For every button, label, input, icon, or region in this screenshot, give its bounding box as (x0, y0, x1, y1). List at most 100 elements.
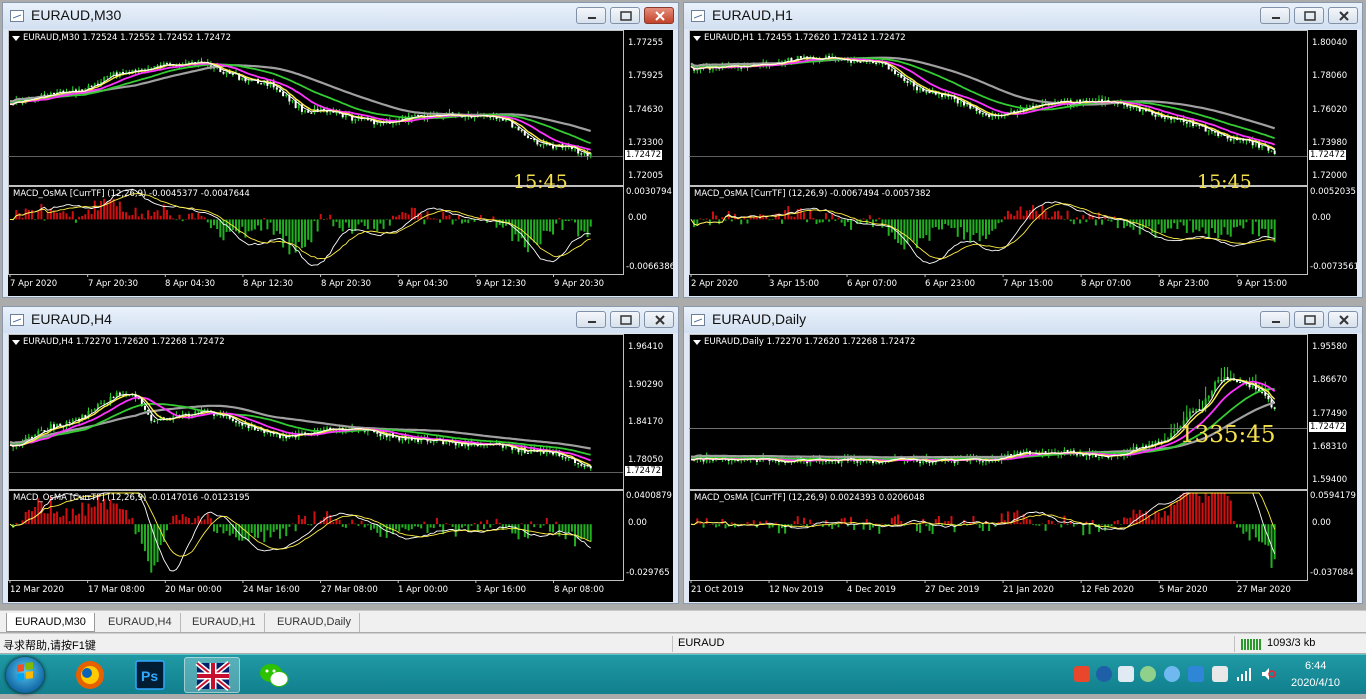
close-button[interactable] (1328, 311, 1358, 328)
chart-window-daily[interactable]: EURAUD,Daily EURAUD,Daily 1.72270 1.72620… (683, 306, 1363, 604)
window-title-bar[interactable]: EURAUD,H4 (3, 307, 678, 333)
tab-euraud-h4[interactable]: EURAUD,H4 (100, 613, 181, 632)
macd-histogram-bar (470, 524, 473, 526)
candle-body (238, 422, 241, 424)
macd-histogram-bar (338, 519, 341, 525)
candle-body (256, 429, 259, 431)
time-axis-label: 3 Apr 16:00 (476, 585, 527, 595)
window-title-bar[interactable]: EURAUD,Daily (684, 307, 1362, 333)
macd-histogram-bar (147, 210, 150, 220)
close-button[interactable] (1328, 7, 1358, 24)
price-axis-label: 1.80040 (1312, 38, 1348, 48)
macd-histogram-bar (900, 521, 903, 525)
tab-euraud-daily[interactable]: EURAUD,Daily (269, 613, 360, 632)
maximize-button[interactable] (1294, 7, 1324, 24)
macd-indicator-label: MACD_OsMA [CurrTF] (12,26,9) -0.0147016 … (13, 493, 250, 503)
volume-icon[interactable] (1260, 666, 1276, 682)
tab-euraud-h1[interactable]: EURAUD,H1 (184, 613, 265, 632)
close-button[interactable] (644, 7, 674, 24)
candle-body (580, 464, 583, 466)
firefox-icon[interactable] (62, 657, 118, 693)
tab-euraud-m30[interactable]: EURAUD,M30 (6, 613, 95, 632)
macd-histogram-bar (18, 212, 21, 220)
candle-body (282, 91, 285, 96)
macd-histogram-bar (950, 219, 953, 229)
window-title-bar[interactable]: EURAUD,H1 (684, 3, 1362, 29)
macd-histogram-bar (828, 219, 831, 222)
maximize-button[interactable] (1294, 311, 1324, 328)
network-tray-icon[interactable] (1164, 666, 1180, 682)
macd-histogram-bar (391, 215, 394, 220)
metatrader-icon[interactable] (184, 657, 240, 693)
macd-histogram-bar (937, 219, 940, 230)
photoshop-icon[interactable]: Ps (122, 657, 178, 693)
macd-histogram-bar (1075, 524, 1078, 525)
macd-histogram-bar (78, 216, 81, 220)
chart-menu-arrow-icon[interactable] (693, 340, 701, 345)
macd-histogram-bar (448, 523, 451, 525)
candle-body (93, 408, 96, 411)
candle-body (222, 72, 225, 74)
macd-histogram-bar (134, 207, 137, 220)
macd-histogram-bar (1151, 519, 1154, 525)
macd-histogram-bar (931, 219, 934, 228)
security-shield-icon[interactable] (1188, 666, 1204, 682)
macd-histogram-bar (539, 219, 542, 245)
maximize-button[interactable] (610, 7, 640, 24)
macd-histogram-bar (401, 524, 404, 528)
chart-menu-arrow-icon[interactable] (12, 340, 20, 345)
candle-body (1075, 454, 1078, 456)
sogou-input-icon[interactable] (1074, 666, 1090, 682)
close-button[interactable] (644, 311, 674, 328)
wechat-tray-icon[interactable] (1140, 666, 1156, 682)
candle-body (981, 461, 984, 463)
macd-histogram-bar (1101, 524, 1104, 525)
macd-histogram-bar (799, 524, 802, 525)
macd-histogram-bar (1101, 219, 1104, 225)
time-axis-label: 12 Feb 2020 (1081, 585, 1134, 595)
candle-body (260, 83, 263, 85)
maximize-button[interactable] (610, 311, 640, 328)
macd-histogram-bar (457, 524, 460, 530)
macd-histogram-bar (1182, 219, 1185, 226)
price-chart[interactable]: EURAUD,H4 1.72270 1.72620 1.72268 1.7247… (8, 334, 673, 602)
clock-time[interactable]: 6:44 (1305, 660, 1326, 672)
chart-window-m30[interactable]: EURAUD,M30 EURAUD,M30 1.72524 1.72552 1.7… (2, 2, 679, 298)
macd-histogram-bar (740, 219, 743, 225)
macd-histogram-bar (81, 502, 84, 525)
macd-histogram-bar (555, 521, 558, 525)
price-chart[interactable]: EURAUD,M30 1.72524 1.72552 1.72452 1.724… (8, 30, 673, 296)
start-orb-icon[interactable] (6, 657, 44, 693)
minimize-button[interactable] (1260, 311, 1290, 328)
macd-histogram-bar (997, 219, 1000, 224)
macd-histogram-bar (363, 524, 366, 528)
price-chart[interactable]: EURAUD,Daily 1.72270 1.72620 1.72268 1.7… (689, 334, 1357, 602)
macd-histogram-bar (357, 524, 360, 526)
action-center-icon[interactable] (1212, 666, 1228, 682)
candle-body (574, 148, 577, 150)
macd-histogram-bar (300, 519, 303, 525)
minimize-button[interactable] (576, 7, 606, 24)
candle-body (473, 117, 476, 119)
macd-histogram-bar (708, 524, 711, 525)
time-axis-label: 7 Apr 20:30 (88, 279, 139, 289)
chart-menu-arrow-icon[interactable] (693, 36, 701, 41)
chart-window-h4[interactable]: EURAUD,H4 EURAUD,H4 1.72270 1.72620 1.722… (2, 306, 679, 604)
usb-icon[interactable] (1118, 666, 1134, 682)
clock-date[interactable]: 2020/4/10 (1291, 677, 1340, 689)
help-icon[interactable] (1096, 666, 1112, 682)
macd-histogram-bar (583, 524, 586, 538)
window-title-bar[interactable]: EURAUD,M30 (3, 3, 678, 29)
macd-histogram-bar (711, 524, 714, 525)
macd-histogram-bar (1069, 219, 1072, 222)
minimize-button[interactable] (1260, 7, 1290, 24)
wechat-icon[interactable] (246, 657, 302, 693)
macd-histogram-bar (332, 522, 335, 525)
connection-status[interactable]: 1093/3 kb (1267, 637, 1315, 649)
chart-window-h1[interactable]: EURAUD,H1 EURAUD,H1 1.72455 1.72620 1.724… (683, 2, 1363, 298)
candle-body (1207, 130, 1210, 132)
price-chart[interactable]: EURAUD,H1 1.72455 1.72620 1.72412 1.7247… (689, 30, 1357, 296)
chart-menu-arrow-icon[interactable] (12, 36, 20, 41)
signal-strength-icon[interactable] (1236, 666, 1252, 682)
minimize-button[interactable] (576, 311, 606, 328)
